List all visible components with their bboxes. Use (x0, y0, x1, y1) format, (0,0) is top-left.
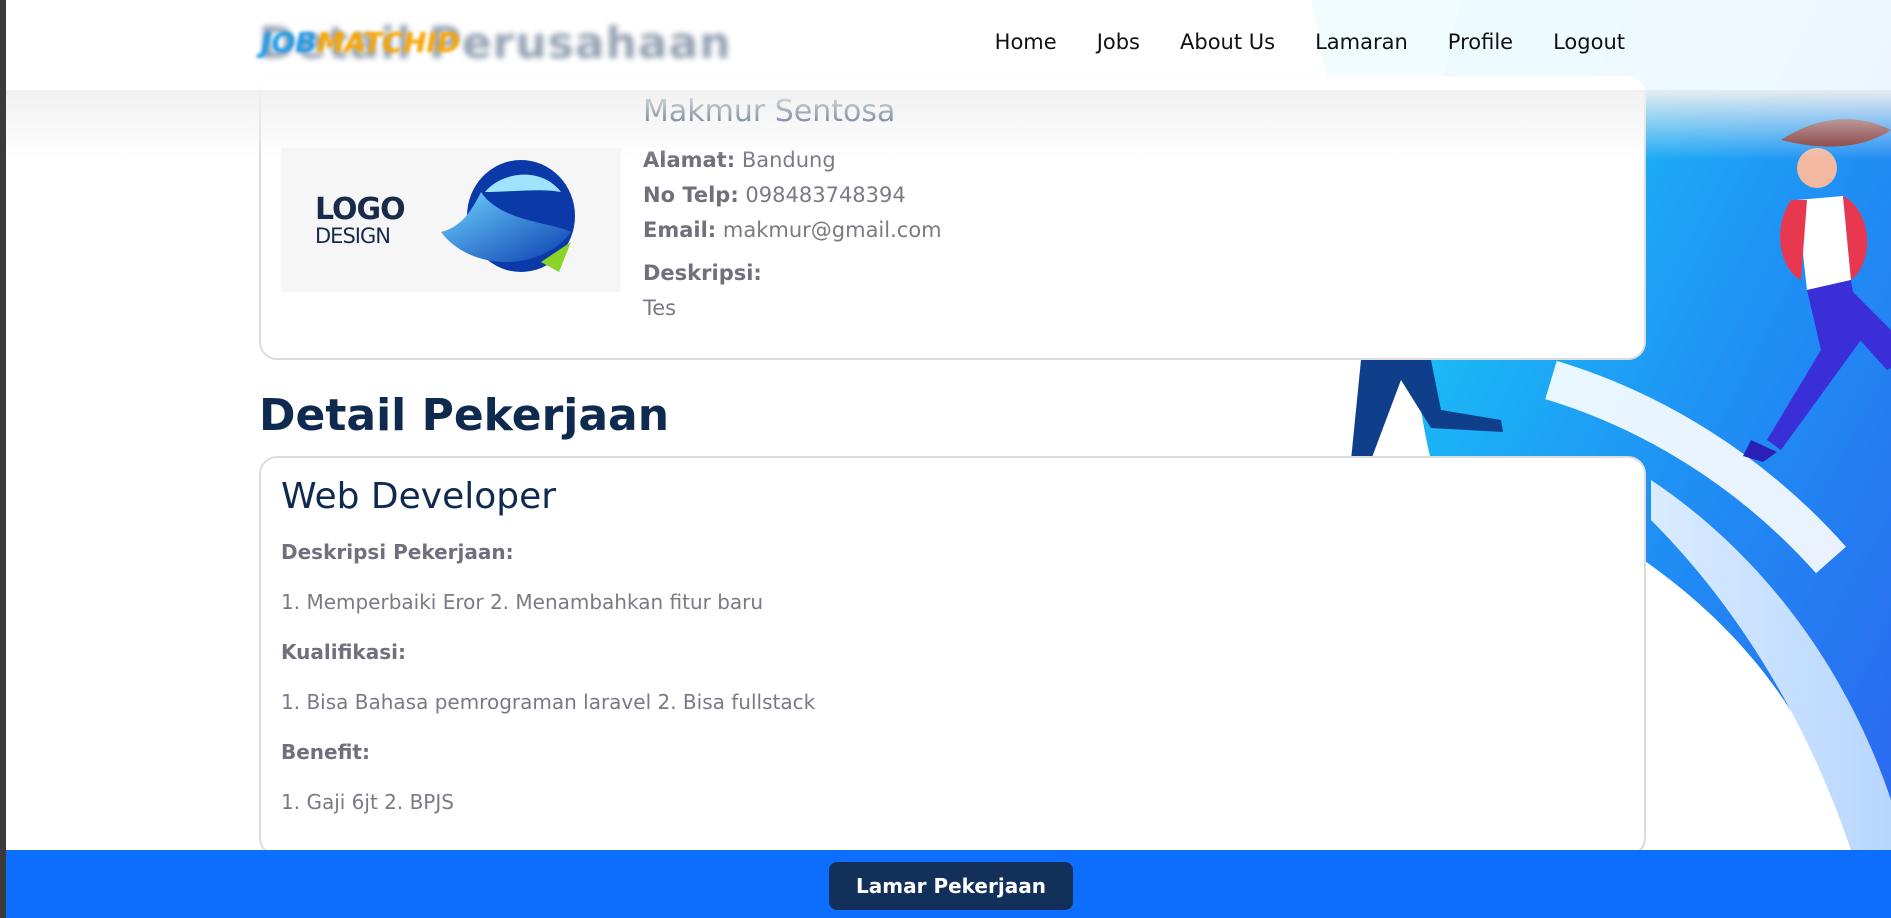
navbar: Detail Perusahaan JOBMATCHID Home Jobs A… (6, 0, 1891, 90)
job-qualification-label: Kualifikasi: (281, 640, 406, 664)
job-card: Web Developer Deskripsi Pekerjaan: 1. Me… (259, 456, 1646, 856)
company-logo-text: LOGO (315, 192, 406, 227)
company-card: LOGO DESIGN Makmur Sentosa Alamat: Bandu… (259, 76, 1646, 360)
nav-link-logout[interactable]: Logout (1553, 30, 1625, 54)
job-description-label: Deskripsi Pekerjaan: (281, 540, 514, 564)
address-label: Alamat: (643, 148, 736, 172)
email-label: Email: (643, 218, 717, 242)
job-benefit-label: Benefit: (281, 740, 370, 764)
brand-logo-match: MATCH (316, 26, 427, 59)
job-description: 1. Memperbaiki Eror 2. Menambahkan fitur… (281, 590, 764, 614)
email-value: makmur@gmail.com (722, 218, 942, 242)
company-description: Tes (643, 296, 677, 320)
company-name: Makmur Sentosa (643, 94, 896, 129)
company-address-row: Alamat: Bandung (643, 143, 942, 178)
section-title: Detail Pekerjaan (259, 390, 670, 441)
apply-job-button[interactable]: Lamar Pekerjaan (829, 862, 1073, 910)
company-logo: LOGO DESIGN (281, 148, 621, 292)
phone-value: 098483748394 (745, 183, 906, 207)
brand-logo-id: ID (426, 26, 461, 59)
logo-swirl-icon (441, 160, 575, 272)
page-viewport: Detail Perusahaan JOBMATCHID Home Jobs A… (6, 0, 1891, 918)
brand-logo[interactable]: JOBMATCHID (261, 26, 460, 59)
company-email-row: Email: makmur@gmail.com (643, 213, 942, 248)
company-phone-row: No Telp: 098483748394 (643, 178, 942, 213)
phone-label: No Telp: (643, 183, 739, 207)
company-info: Makmur Sentosa Alamat: Bandung No Telp: … (643, 94, 942, 328)
brand[interactable]: Detail Perusahaan JOBMATCHID (259, 16, 731, 72)
company-logo-subtext: DESIGN (315, 224, 391, 248)
job-title: Web Developer (281, 476, 557, 517)
job-qualification: 1. Bisa Bahasa pemrograman laravel 2. Bi… (281, 690, 816, 714)
address-value: Bandung (741, 148, 836, 172)
brand-logo-job: JOB (261, 26, 317, 59)
action-bar: Lamar Pekerjaan (6, 850, 1891, 918)
nav-link-about-us[interactable]: About Us (1180, 30, 1275, 54)
nav-link-home[interactable]: Home (995, 30, 1057, 54)
job-details: Web Developer Deskripsi Pekerjaan: 1. Me… (281, 476, 815, 839)
job-benefit: 1. Gaji 6jt 2. BPJS (281, 790, 454, 814)
nav-links: Home Jobs About Us Lamaran Profile Logou… (995, 30, 1625, 54)
nav-link-lamaran[interactable]: Lamaran (1315, 30, 1408, 54)
nav-link-jobs[interactable]: Jobs (1097, 30, 1140, 54)
nav-link-profile[interactable]: Profile (1448, 30, 1513, 54)
company-description-label: Deskripsi: (643, 261, 762, 285)
